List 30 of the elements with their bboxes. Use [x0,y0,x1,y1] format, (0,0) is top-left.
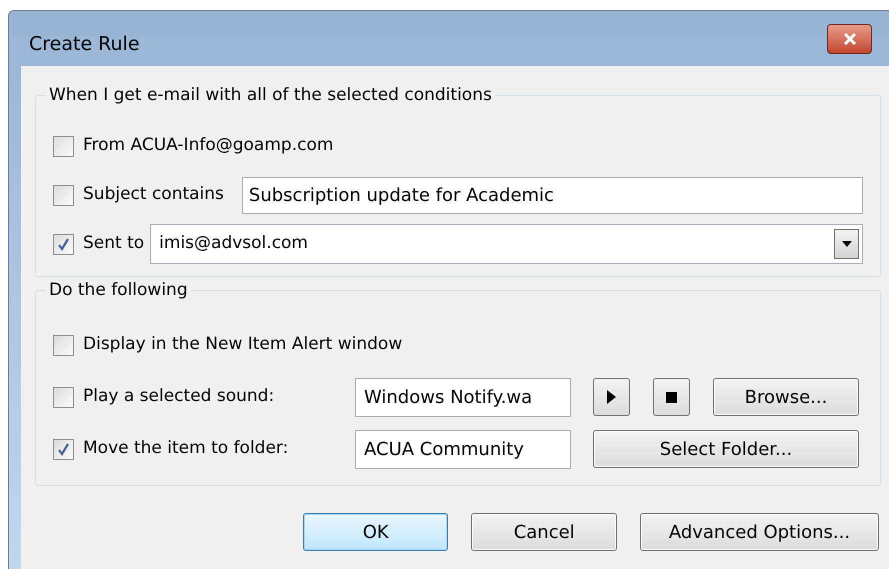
stop-button[interactable] [653,378,690,416]
dialog-button[interactable]: OK [303,513,448,551]
condition-label: From ACUA-Info@goamp.com [83,134,334,158]
checkbox[interactable] [53,136,74,156]
checkbox[interactable] [53,184,74,206]
play-icon [607,390,616,404]
stop-icon [666,392,677,402]
checkmark-icon [57,442,70,456]
condition-label: Subject contains [83,183,224,206]
folder-field[interactable]: ACUA Community [355,430,571,468]
checkbox[interactable] [53,234,74,254]
close-icon [842,32,856,44]
sound-file-field[interactable]: Windows Notify.wa [355,378,571,416]
dialog-button[interactable]: Cancel [471,513,617,551]
window-title: Create Rule [29,32,141,58]
browse-button[interactable]: Browse... [713,378,859,416]
checkbox[interactable] [53,438,74,460]
subject-field[interactable]: Subscription update for Academic [242,176,863,214]
action-label: Display in the New Item Alert window [83,333,402,356]
close-button[interactable] [827,24,872,54]
checkbox[interactable] [53,386,74,408]
recipient-dropdown[interactable]: imis@advsol.com [150,224,863,264]
checkbox[interactable] [53,334,74,356]
action-label: Move the item to folder: [83,437,290,460]
select-folder-button[interactable]: Select Folder... [593,430,859,468]
dialog-button[interactable]: Advanced Options... [640,513,879,551]
condition-label: Sent to [83,232,144,256]
action-label: Play a selected sound: [83,385,276,408]
play-button[interactable] [593,378,630,416]
checkmark-icon [57,238,70,250]
